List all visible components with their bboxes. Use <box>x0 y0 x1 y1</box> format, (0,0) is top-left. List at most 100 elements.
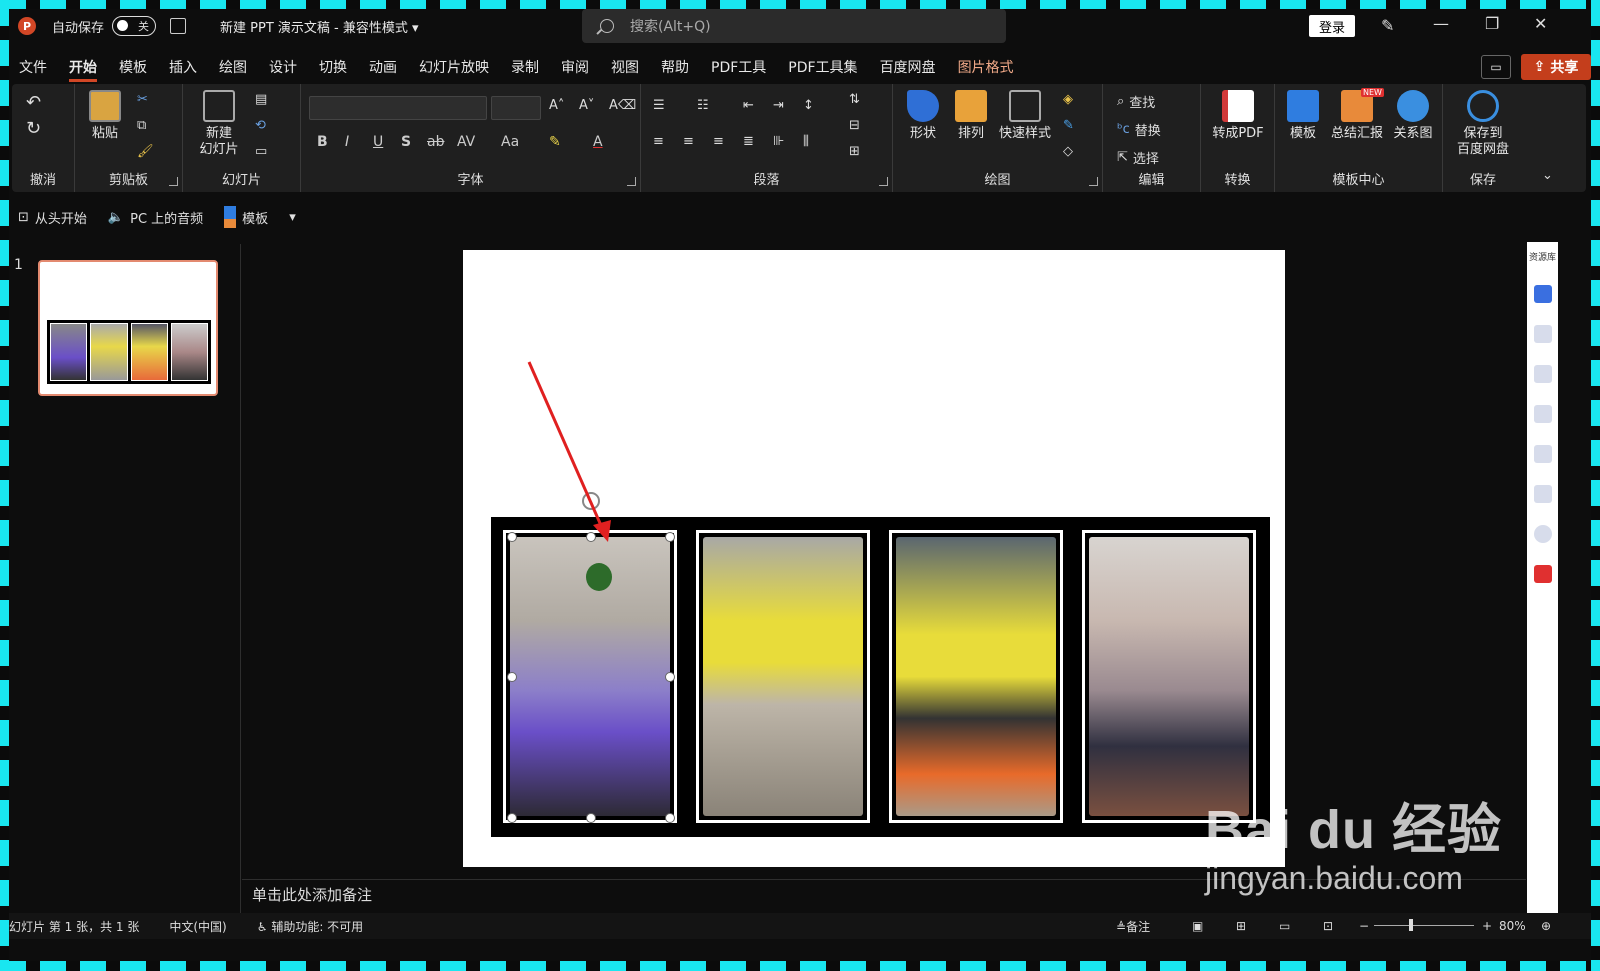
cut-icon[interactable]: ✂ <box>137 92 148 107</box>
highlight-icon[interactable]: ✎ <box>549 134 561 150</box>
columns-icon[interactable]: ⫼ <box>803 134 809 149</box>
to-pdf-button[interactable]: 转成PDF <box>1207 90 1269 142</box>
decrease-indent-icon[interactable]: ⇤ <box>743 98 754 113</box>
zoom-out-button[interactable]: − <box>1359 919 1369 933</box>
resize-handle[interactable] <box>586 813 596 823</box>
resize-handle[interactable] <box>665 532 675 542</box>
shape-fill-icon[interactable]: ◈ <box>1063 92 1073 107</box>
redo-icon[interactable]: ↻ <box>26 118 41 139</box>
justify-icon[interactable]: ≣ <box>743 134 754 149</box>
template-button[interactable]: 模板 <box>1283 90 1323 142</box>
photo-frame[interactable] <box>1082 530 1256 823</box>
clear-format-icon[interactable]: A⌫ <box>609 98 636 113</box>
search-input[interactable]: 搜索(Alt+Q) <box>582 9 1006 43</box>
resource-bank-icon[interactable] <box>1533 365 1552 383</box>
tab-help[interactable]: 帮助 <box>661 52 689 82</box>
shape-button[interactable]: 形状 <box>903 90 943 142</box>
tab-slideshow[interactable]: 幻灯片放映 <box>419 52 489 82</box>
distribute-icon[interactable]: ⊪ <box>773 134 784 149</box>
tab-animations[interactable]: 动画 <box>369 52 397 82</box>
save-icon[interactable] <box>170 18 187 34</box>
save-to-netdisk-button[interactable]: 保存到 百度网盘 <box>1449 90 1517 158</box>
font-color-icon[interactable]: A <box>593 134 603 150</box>
comments-button[interactable]: ▭ <box>1481 55 1511 79</box>
language-status[interactable]: 中文(中国) <box>169 918 226 935</box>
resize-handle[interactable] <box>507 813 517 823</box>
section-icon[interactable]: ▭ <box>255 144 267 159</box>
paste-button[interactable]: 粘贴 <box>87 90 123 142</box>
photo-frame[interactable] <box>696 530 870 823</box>
font-name-select[interactable] <box>309 96 487 120</box>
italic-button[interactable]: I <box>345 134 349 150</box>
shape-outline-icon[interactable]: ✎ <box>1063 118 1074 133</box>
zoom-slider-thumb[interactable] <box>1409 919 1413 931</box>
tab-design[interactable]: 设计 <box>269 52 297 82</box>
reading-view-icon[interactable]: ▭ <box>1279 919 1290 933</box>
bold-button[interactable]: B <box>317 134 328 150</box>
undo-icon[interactable]: ↶ <box>26 92 41 113</box>
font-dialog-launcher[interactable] <box>627 177 636 186</box>
bullets-icon[interactable]: ☰ <box>653 98 665 113</box>
smartart-icon[interactable]: ⊞ <box>849 144 860 159</box>
restore-button[interactable]: ❐ <box>1485 14 1499 33</box>
slide-canvas[interactable] <box>463 250 1285 867</box>
tab-view[interactable]: 视图 <box>611 52 639 82</box>
slide-sorter-icon[interactable]: ⊞ <box>1236 919 1246 933</box>
resource-library-label[interactable]: 资源库 <box>1527 250 1558 263</box>
shape-effects-icon[interactable]: ◇ <box>1063 144 1073 159</box>
increase-font-icon[interactable]: A˄ <box>549 98 564 113</box>
tab-insert[interactable]: 插入 <box>169 52 197 82</box>
relation-diagram-button[interactable]: 关系图 <box>1389 90 1437 142</box>
resource-chart-icon[interactable] <box>1533 405 1552 423</box>
minimize-button[interactable]: — <box>1433 14 1449 33</box>
tab-baidu-netdisk[interactable]: 百度网盘 <box>880 52 936 82</box>
summary-report-button[interactable]: 总结汇报 <box>1329 90 1385 142</box>
share-button[interactable]: ⇪ 共享 <box>1521 54 1591 80</box>
tab-draw[interactable]: 绘图 <box>219 52 247 82</box>
tab-pdf-tools[interactable]: PDF工具 <box>711 52 766 82</box>
align-right-icon[interactable]: ≡ <box>713 134 724 149</box>
zoom-level[interactable]: 80% <box>1499 919 1526 933</box>
notes-toggle-button[interactable]: ≜备注 <box>1116 918 1150 935</box>
resource-edu-icon[interactable] <box>1533 325 1552 343</box>
resource-display-icon[interactable] <box>1533 485 1552 503</box>
align-left-icon[interactable]: ≡ <box>653 134 664 149</box>
resource-more-icon[interactable] <box>1533 525 1552 543</box>
slide-thumbnail[interactable] <box>38 260 218 396</box>
qat-template-button[interactable]: 模板 <box>224 206 268 228</box>
find-button[interactable]: ⌕ 查找 <box>1117 92 1155 111</box>
tab-template[interactable]: 模板 <box>119 52 147 82</box>
new-slide-button[interactable]: 新建 幻灯片 <box>193 90 245 158</box>
qat-customize-dropdown[interactable]: ▾ <box>289 210 296 225</box>
collapse-ribbon-icon[interactable]: ⌄ <box>1542 168 1553 183</box>
quick-style-button[interactable]: 快速样式 <box>997 90 1053 142</box>
replace-button[interactable]: ᵇc 替换 <box>1117 120 1161 139</box>
photo-frame[interactable] <box>889 530 1063 823</box>
paragraph-dialog-launcher[interactable] <box>879 177 888 186</box>
text-direction-icon[interactable]: ⇅ <box>849 92 860 107</box>
arrange-button[interactable]: 排列 <box>951 90 991 142</box>
resize-handle[interactable] <box>507 672 517 682</box>
decrease-font-icon[interactable]: A˅ <box>579 98 594 113</box>
copy-icon[interactable]: ⧉ <box>137 118 146 133</box>
shadow-button[interactable]: S <box>401 134 411 150</box>
increase-indent-icon[interactable]: ⇥ <box>773 98 784 113</box>
layout-icon[interactable]: ▤ <box>255 92 267 107</box>
document-title[interactable]: 新建 PPT 演示文稿 - 兼容性模式 ▾ <box>220 17 419 36</box>
strikethrough-button[interactable]: ab <box>427 134 444 150</box>
align-text-icon[interactable]: ⊟ <box>849 118 860 133</box>
normal-view-icon[interactable]: ▣ <box>1192 919 1203 933</box>
resize-handle[interactable] <box>665 813 675 823</box>
pen-icon[interactable]: ✎ <box>1381 16 1394 35</box>
line-spacing-icon[interactable]: ↕ <box>803 98 814 113</box>
slideshow-view-icon[interactable]: ⊡ <box>1323 919 1333 933</box>
underline-button[interactable]: U <box>373 134 383 150</box>
align-center-icon[interactable]: ≡ <box>683 134 694 149</box>
resource-marketing-icon[interactable] <box>1533 445 1552 463</box>
tab-record[interactable]: 录制 <box>511 52 539 82</box>
select-button[interactable]: ⇱ 选择 <box>1117 148 1159 167</box>
login-button[interactable]: 登录 <box>1309 15 1355 37</box>
font-size-select[interactable] <box>491 96 541 120</box>
char-spacing-button[interactable]: AV <box>457 134 475 150</box>
photo-frame-selected[interactable] <box>503 530 677 823</box>
